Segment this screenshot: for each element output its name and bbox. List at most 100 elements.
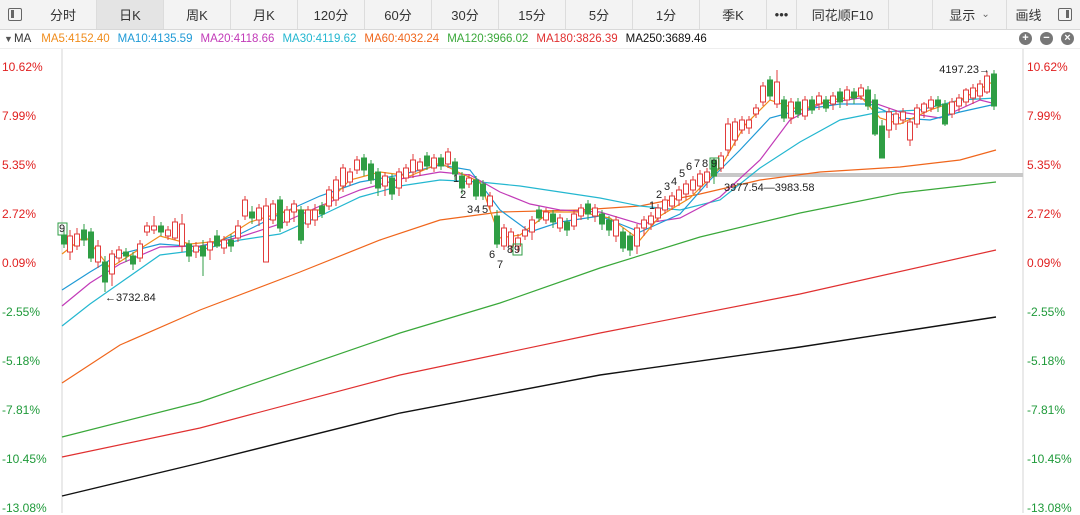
candle [445, 148, 451, 168]
candle [830, 92, 836, 110]
candle [172, 218, 178, 240]
y-tick-label-r: 0.09% [1027, 256, 1062, 271]
ma-values: MA5:4152.40 MA10:4135.59 MA20:4118.66 MA30:… [41, 33, 715, 45]
candlesticks[interactable] [61, 70, 997, 292]
ma-value-0: MA5:4152.40 [41, 33, 110, 45]
candle [522, 226, 528, 240]
y-tick-label-r: 5.35% [1027, 158, 1062, 173]
tab-10[interactable]: 季K [700, 0, 767, 29]
period-tabs: 分时 日K 周K 月K 120分 60分 30分 15分 5分 1分 季K ••• 同花顺F10 [30, 0, 889, 29]
candle [627, 232, 633, 256]
td-seq1-label: 4 [474, 204, 480, 216]
y-tick-label-l: -7.81% [2, 403, 41, 418]
candle [235, 220, 241, 242]
tab-12[interactable]: 同花顺F10 [797, 0, 889, 29]
indicator-name[interactable]: MA [14, 33, 31, 45]
right-panel-toggle-button[interactable] [1050, 0, 1080, 29]
candle [907, 118, 913, 146]
candle [242, 196, 248, 220]
candle [277, 196, 283, 232]
td-seq2-label: 6 [686, 161, 692, 173]
candle [179, 214, 185, 252]
display-label: 显示 [949, 8, 976, 23]
candle [81, 224, 87, 246]
candle [256, 204, 262, 226]
candle [802, 96, 808, 120]
candle [767, 76, 773, 100]
tab-9[interactable]: 1分 [633, 0, 700, 29]
collapse-triangle-icon[interactable]: ▼ [4, 34, 14, 44]
td-seq2-label: 2 [656, 189, 662, 201]
candle [620, 228, 626, 252]
chart-grid [61, 48, 1024, 513]
tab-7[interactable]: 15分 [499, 0, 566, 29]
candle [732, 118, 738, 146]
td-seq2-label: 5 [679, 168, 685, 180]
candle [151, 216, 157, 234]
candle [396, 168, 402, 196]
tab-4[interactable]: 120分 [298, 0, 365, 29]
kline-chart[interactable]: 4197.23→←3732.843977.54—3983.589123 4 5678… [0, 0, 1080, 513]
display-menu-button[interactable]: 显示 ⌄ [932, 0, 1006, 29]
draw-line-button[interactable]: 画线 [1006, 0, 1050, 29]
candle [760, 82, 766, 106]
high-price-label: 4197.23→ [939, 64, 990, 76]
td-seq1-label: 6 [489, 249, 495, 261]
ma-value-3: MA30:4119.62 [282, 33, 357, 45]
tab-1[interactable]: 日K [97, 0, 164, 29]
candle [144, 222, 150, 236]
remove-indicator-icon[interactable]: − [1040, 32, 1053, 45]
sidebar-icon [1058, 8, 1072, 21]
candle [893, 110, 899, 130]
tab-6[interactable]: 30分 [432, 0, 499, 29]
td-seq1-label: 8 [507, 244, 513, 256]
price-range-label: 3977.54—3983.58 [724, 182, 815, 194]
candle [403, 164, 409, 182]
candle [739, 116, 745, 134]
candle [571, 210, 577, 230]
candle [578, 204, 584, 220]
tab-8[interactable]: 5分 [566, 0, 633, 29]
candle [95, 240, 101, 268]
sidebar-icon [8, 8, 22, 21]
tab-5[interactable]: 60分 [365, 0, 432, 29]
candle [438, 154, 444, 170]
td-seq1-label: 2 [460, 189, 466, 201]
candle [844, 86, 850, 106]
td-seq2-label: 9 [711, 158, 717, 170]
td-seq1-label: 1 [453, 173, 459, 185]
low-price-label: ←3732.84 [105, 292, 156, 304]
period-toolbar: 分时 日K 周K 月K 120分 60分 30分 15分 5分 1分 季K ••• 同花顺F10 显示 … [0, 0, 1080, 30]
candle [116, 246, 122, 262]
candle [270, 200, 276, 224]
ma-value-4: MA60:4032.24 [364, 33, 440, 45]
y-tick-label-r: 2.72% [1027, 207, 1062, 222]
close-indicator-icon[interactable]: × [1061, 32, 1074, 45]
candle [382, 172, 388, 196]
candle [970, 84, 976, 104]
candle [781, 96, 787, 122]
ma10-line [61, 103, 997, 291]
add-indicator-icon[interactable]: + [1019, 32, 1032, 45]
left-panel-toggle-button[interactable] [0, 0, 30, 29]
ma-legend: ▼ MA MA5:4152.40 MA10:4135.59 MA20:4118.66… [0, 30, 1080, 49]
td-seq1-label: 3 [467, 204, 473, 216]
tab-2[interactable]: 周K [164, 0, 231, 29]
candle [494, 210, 500, 248]
tab-3[interactable]: 月K [231, 0, 298, 29]
td-seq1-label: 7 [497, 259, 503, 271]
tab-11[interactable]: ••• [767, 0, 797, 29]
candle [914, 104, 920, 128]
candle [613, 216, 619, 242]
td-seq1-label: 9 [514, 244, 520, 256]
candle [529, 216, 535, 240]
candle [501, 224, 507, 250]
candle [109, 250, 115, 286]
candle [88, 228, 94, 262]
draw-line-label: 画线 [1015, 8, 1042, 23]
candle [872, 94, 878, 136]
candle [326, 186, 332, 210]
candle [935, 96, 941, 112]
tab-0[interactable]: 分时 [30, 0, 97, 29]
candle [333, 176, 339, 206]
